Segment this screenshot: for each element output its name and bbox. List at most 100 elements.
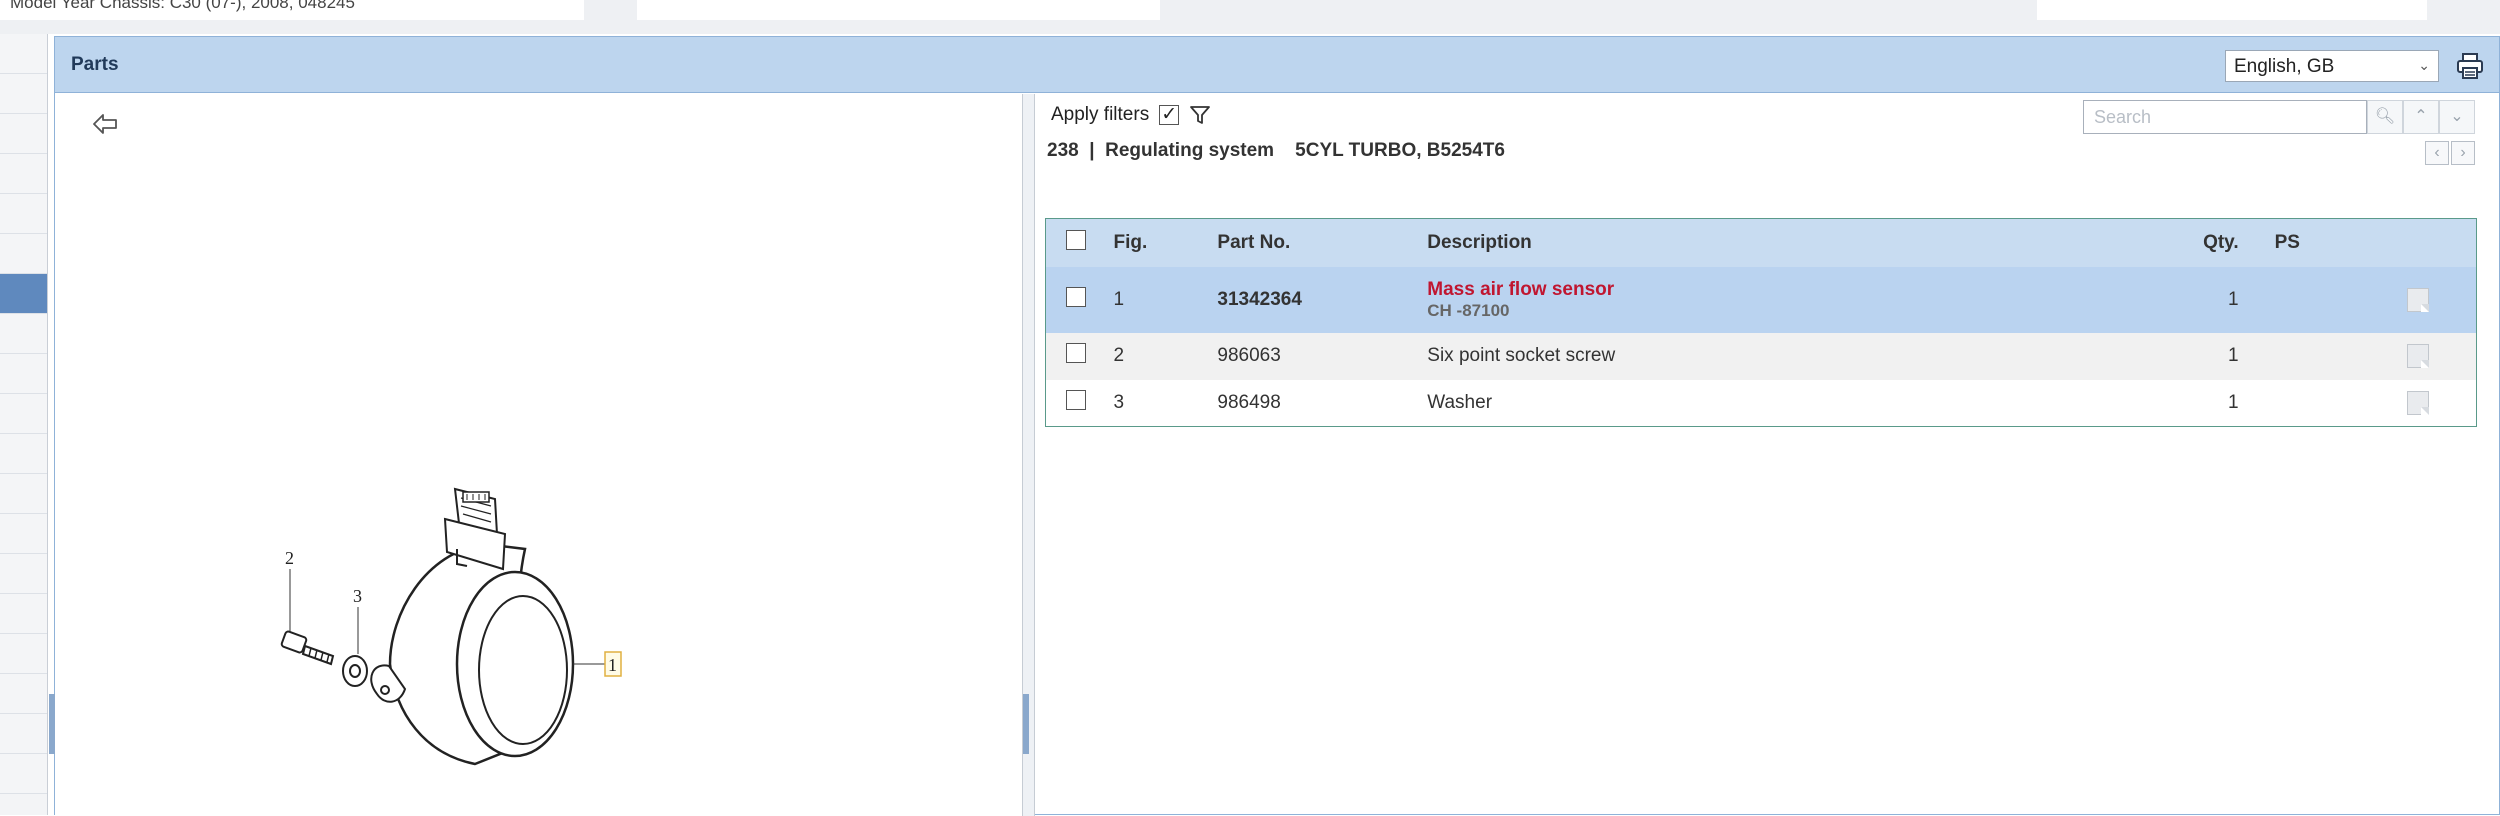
description-text[interactable]: Mass air flow sensor [1427,279,1614,300]
nav-item[interactable] [0,754,47,794]
parts-illustration: 2 3 1 [280,487,622,766]
qty-cell: 1 [2112,379,2261,427]
nav-item[interactable] [0,34,47,74]
column-header-part-no[interactable]: Part No. [1217,218,1428,267]
nav-item[interactable] [0,554,47,594]
chevron-down-icon: ⌄ [2418,57,2430,73]
fig-cell: 3 [1113,379,1218,427]
ps-cell [2260,332,2407,380]
funnel-icon[interactable] [1189,104,1211,126]
description-subtext: CH -87100 [1427,300,1510,320]
row-select-cell [1045,379,1114,427]
top-bar: Model Year Chassis: C30 (07-), 2008, 048… [0,0,2500,34]
back-arrow-icon[interactable] [91,110,119,138]
apply-filters-label: Apply filters [1051,104,1150,125]
nav-item[interactable] [0,114,47,154]
nav-item[interactable] [0,474,47,514]
panel-header: Parts English, GB ⌄ [55,37,2499,93]
nav-item[interactable] [0,394,47,434]
description-cell: Washer [1427,379,2113,427]
parts-panel: Parts English, GB ⌄ 2 3 1 Apply filters … [49,36,2500,816]
note-cell [2406,379,2477,427]
nav-item[interactable] [0,354,47,394]
nav-item[interactable] [0,674,47,714]
table-header-row: Fig. Part No. Description Qty. PS [1045,218,2477,267]
ps-cell [2260,266,2407,333]
search-bar: 🔍︎ ⌃ ⌄ [2083,100,2475,134]
left-navigation [0,34,48,815]
fig-cell: 1 [1113,266,1218,333]
chevron-up-icon[interactable]: ⌃ [2403,100,2439,134]
vehicle-info-text: Model Year Chassis: C30 (07-), 2008, 048… [10,0,355,12]
section-breadcrumb: 238 | Regulating system 5CYL TURBO, B525… [1047,140,1505,161]
column-header-fig[interactable]: Fig. [1113,218,1218,267]
description-cell: Mass air flow sensor CH -87100 [1427,266,2113,333]
top-box [2037,0,2427,20]
washer-part[interactable] [342,655,368,687]
select-all-cell [1045,218,1114,267]
mass-air-flow-sensor-part[interactable] [370,487,575,766]
description-cell: Six point socket screw [1427,332,2113,380]
note-icon[interactable] [2406,390,2429,415]
nav-item[interactable] [0,594,47,634]
qty-cell: 1 [2112,266,2261,333]
collapse-handle-left[interactable] [49,694,55,754]
nav-item[interactable] [0,194,47,234]
vehicle-info: Model Year Chassis: C30 (07-), 2008, 048… [0,0,584,20]
printer-icon[interactable] [2455,51,2485,81]
nav-item[interactable] [0,434,47,474]
note-cell [2406,266,2477,333]
column-header-qty[interactable]: Qty. [2112,218,2261,267]
table-row[interactable]: 1 31342364 Mass air flow sensor CH -8710… [1045,266,2477,333]
callout-label[interactable]: 3 [353,586,362,606]
chevron-left-icon[interactable]: ‹ [2425,141,2449,165]
note-icon[interactable] [2406,344,2429,368]
top-box [637,0,1160,20]
section-pager: ‹ › [2425,141,2475,165]
row-checkbox[interactable] [1066,286,1086,307]
part-no-cell[interactable]: 986063 [1217,332,1428,380]
column-header-description[interactable]: Description [1427,218,2113,267]
row-checkbox[interactable] [1066,343,1086,363]
callout-label[interactable]: 2 [285,548,294,568]
note-cell [2406,332,2477,380]
search-input[interactable] [2083,100,2367,134]
parts-table: Fig. Part No. Description Qty. PS 1 3134… [1045,218,2477,427]
language-select-value: English, GB [2234,56,2335,77]
panel-title: Parts [71,54,119,75]
part-no-cell[interactable]: 986498 [1217,379,1428,427]
note-icon[interactable] [2406,287,2429,312]
chevron-down-icon[interactable]: ⌄ [2439,100,2475,134]
row-select-cell [1045,332,1114,380]
nav-item[interactable] [0,314,47,354]
table-row[interactable]: 2 986063 Six point socket screw 1 [1045,332,2477,380]
collapse-handle[interactable] [1023,694,1029,754]
nav-item[interactable] [0,514,47,554]
nav-item-active[interactable] [0,274,47,314]
screw-part[interactable] [280,630,335,666]
nav-item[interactable] [0,74,47,114]
ps-cell [2260,379,2407,427]
nav-item[interactable] [0,634,47,674]
callout-label[interactable]: 1 [608,655,617,675]
apply-filters: Apply filters [1051,103,1211,126]
fig-cell: 2 [1113,332,1218,380]
magnifier-icon[interactable]: 🔍︎ [2367,100,2403,134]
language-select[interactable]: English, GB ⌄ [2225,50,2439,82]
nav-item[interactable] [0,714,47,754]
chevron-right-icon[interactable]: › [2451,141,2475,165]
column-header-note [2406,218,2477,267]
qty-cell: 1 [2112,332,2261,380]
row-checkbox[interactable] [1066,389,1086,410]
apply-filters-checkbox[interactable] [1159,103,1180,126]
parts-list-pane: Apply filters 🔍︎ ⌃ ⌄ 238 | Regulating sy… [1037,94,2500,816]
pane-splitter[interactable] [1023,94,1035,816]
nav-item[interactable] [0,154,47,194]
row-select-cell [1045,266,1114,333]
nav-item[interactable] [0,234,47,274]
select-all-checkbox[interactable] [1066,229,1086,250]
part-no-cell[interactable]: 31342364 [1217,266,1428,333]
illustration-pane: 2 3 1 [49,94,1023,816]
column-header-ps[interactable]: PS [2260,218,2407,267]
table-row[interactable]: 3 986498 Washer 1 [1045,379,2477,427]
